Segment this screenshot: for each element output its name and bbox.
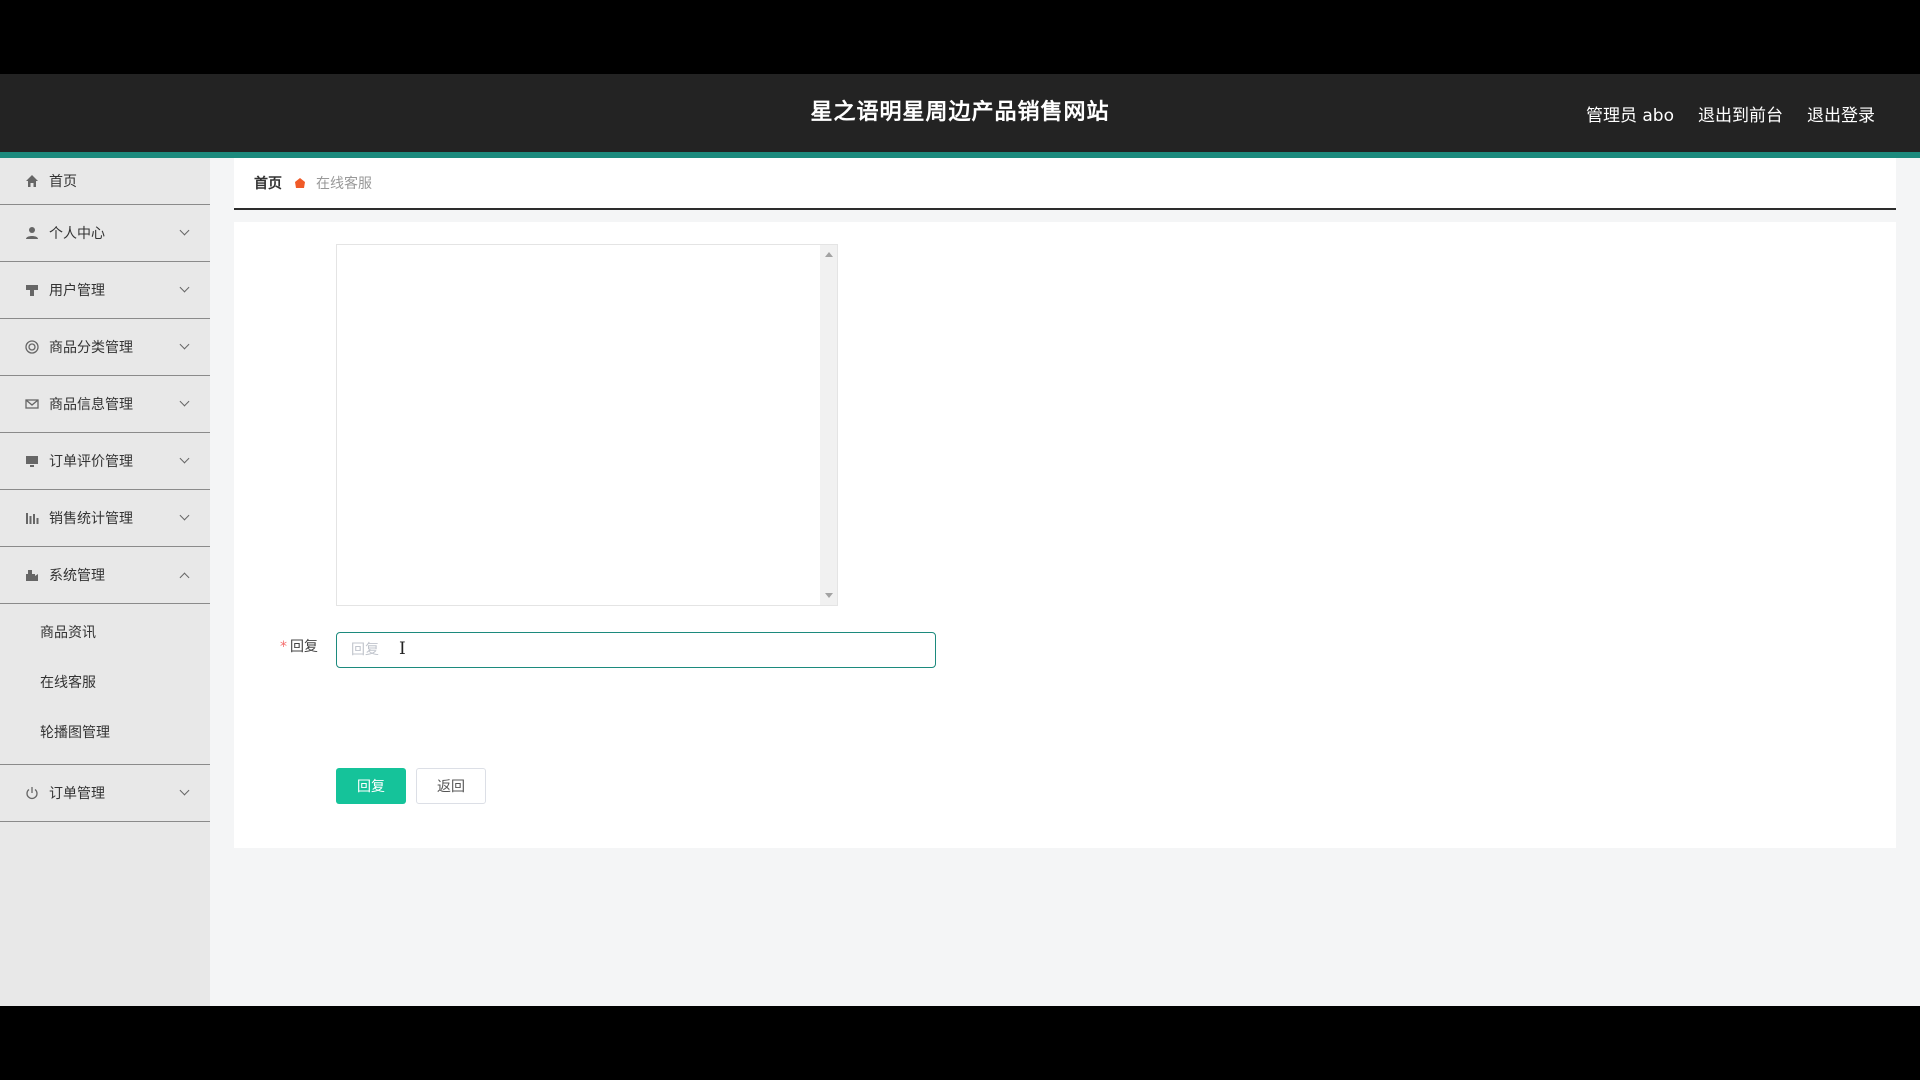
sidebar-item-category-management[interactable]: 商品分类管理 (0, 319, 210, 376)
sidebar-item-system-management[interactable]: 系统管理 (0, 547, 210, 604)
submenu-item-news[interactable]: 商品资讯 (0, 608, 210, 658)
chevron-down-icon (179, 785, 190, 796)
reply-field-label: * 回复 (280, 637, 318, 657)
sidebar-item-label: 商品分类管理 (49, 340, 133, 356)
chevron-down-icon (179, 339, 190, 350)
sidebar-item-product-info-management[interactable]: 商品信息管理 (0, 376, 210, 433)
envelope-icon (24, 396, 40, 412)
sidebar-item-order-management[interactable]: 订单管理 (0, 765, 210, 822)
header-actions: 管理员 abo 退出到前台 退出登录 (1586, 74, 1875, 152)
sidebar-item-label: 订单管理 (49, 786, 105, 802)
sidebar-item-label: 用户管理 (49, 283, 105, 299)
chevron-down-icon (179, 453, 190, 464)
breadcrumb-separator-icon (294, 177, 306, 189)
reply-label-text: 回复 (290, 639, 318, 655)
system-icon (24, 567, 40, 583)
sidebar-item-label: 销售统计管理 (49, 511, 133, 527)
reply-input[interactable] (336, 632, 936, 668)
sidebar-item-label: 首页 (49, 174, 77, 190)
scroll-up-icon[interactable] (825, 252, 833, 257)
chevron-down-icon (179, 510, 190, 521)
sidebar: 首页 个人中心 用户管理 商品分类管理 商品信息管理 订单评价管理 销售统计管理… (0, 158, 210, 1006)
users-icon (24, 282, 40, 298)
breadcrumb-current: 在线客服 (316, 176, 372, 192)
power-icon (24, 785, 40, 801)
sidebar-item-label: 订单评价管理 (49, 454, 133, 470)
category-icon (24, 339, 40, 355)
submenu-item-online-service[interactable]: 在线客服 (0, 658, 210, 708)
text-cursor-icon: I (399, 639, 406, 659)
breadcrumb-home[interactable]: 首页 (254, 173, 282, 193)
system-submenu: 商品资讯 在线客服 轮播图管理 (0, 604, 210, 765)
chat-scrollbar[interactable] (820, 245, 837, 605)
main-content: *回复 I 回复 返回 (234, 222, 1896, 848)
sidebar-item-user-management[interactable]: 用户管理 (0, 262, 210, 319)
chevron-down-icon (179, 282, 190, 293)
sidebar-item-label: 系统管理 (49, 568, 105, 584)
sidebar-item-order-review-management[interactable]: 订单评价管理 (0, 433, 210, 490)
logout-link[interactable]: 退出登录 (1807, 101, 1875, 126)
submenu-item-carousel[interactable]: 轮播图管理 (0, 708, 210, 758)
sidebar-item-label: 个人中心 (49, 226, 105, 242)
sidebar-item-sales-statistics[interactable]: 销售统计管理 (0, 490, 210, 547)
admin-user-label[interactable]: 管理员 abo (1586, 101, 1674, 126)
breadcrumb: 首页 在线客服 (234, 158, 1896, 210)
sidebar-item-personal-center[interactable]: 个人中心 (0, 205, 210, 262)
back-button[interactable]: 返回 (416, 768, 486, 804)
required-marker: * (280, 639, 287, 655)
chat-history-box[interactable] (336, 244, 838, 606)
sidebar-item-label: 商品信息管理 (49, 397, 133, 413)
chevron-down-icon (179, 225, 190, 236)
monitor-icon (24, 453, 40, 469)
top-header: 星之语明星周边产品销售网站 管理员 abo 退出到前台 退出登录 (0, 74, 1920, 152)
bar-chart-icon (24, 510, 40, 526)
user-icon (24, 225, 40, 241)
chevron-up-icon (179, 572, 190, 583)
exit-to-frontend-link[interactable]: 退出到前台 (1698, 101, 1783, 126)
sidebar-item-home[interactable]: 首页 (0, 158, 210, 205)
chevron-down-icon (179, 396, 190, 407)
scroll-down-icon[interactable] (825, 593, 833, 598)
reply-submit-button[interactable]: 回复 (336, 768, 406, 804)
app-screen: 星之语明星周边产品销售网站 管理员 abo 退出到前台 退出登录 首页 个人中心… (0, 74, 1920, 1006)
home-icon (24, 173, 40, 189)
